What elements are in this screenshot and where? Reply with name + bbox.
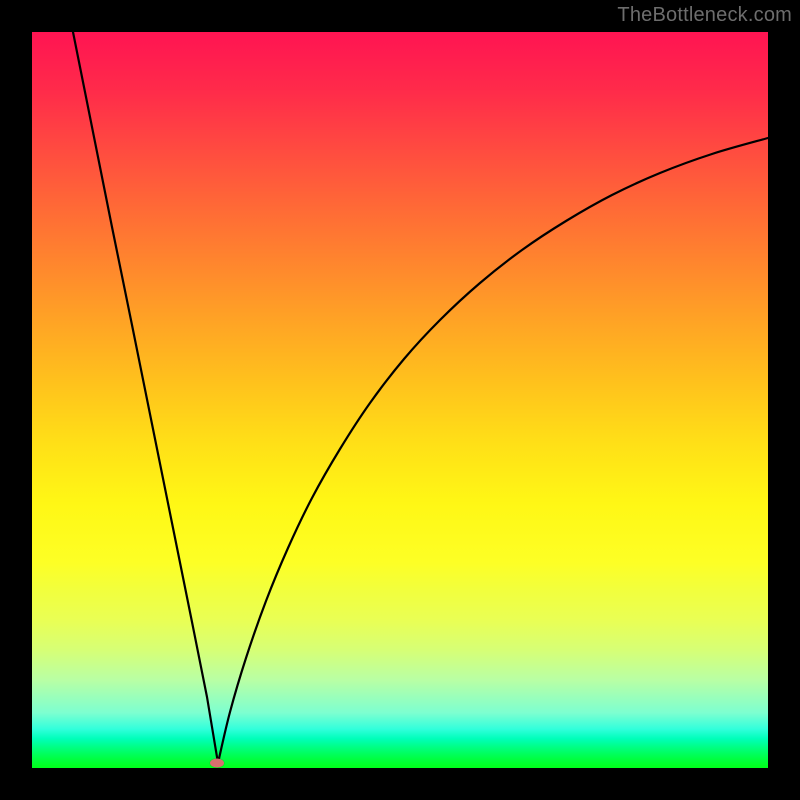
chart-frame: TheBottleneck.com xyxy=(0,0,800,800)
attribution-label: TheBottleneck.com xyxy=(617,4,792,27)
cusp-marker xyxy=(210,759,224,768)
plot-area xyxy=(32,32,768,768)
bottleneck-curve xyxy=(73,32,768,763)
curve-svg xyxy=(32,32,768,768)
